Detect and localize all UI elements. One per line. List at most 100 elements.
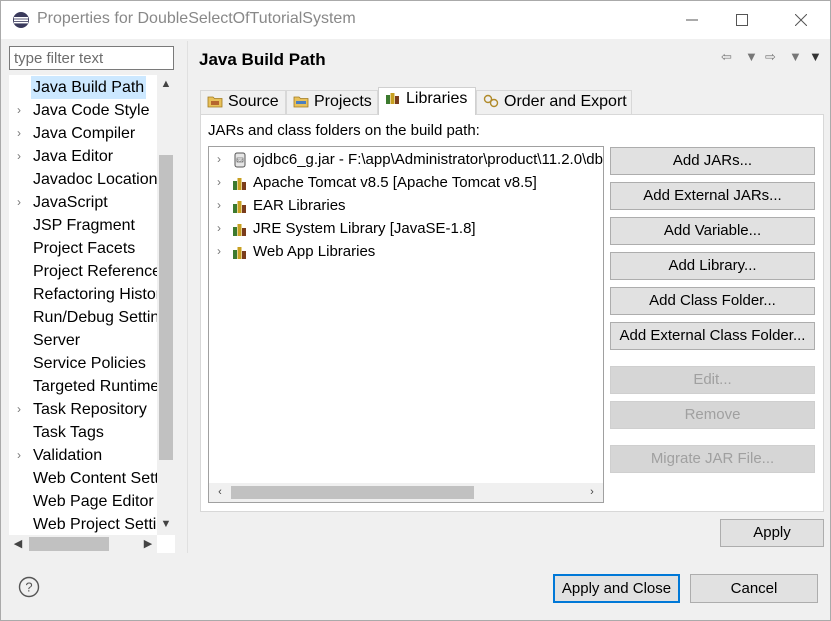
tab-source[interactable]: Source — [200, 90, 286, 114]
library-icon — [232, 244, 248, 260]
sidebar-item[interactable]: › Java Editor — [9, 145, 157, 168]
sidebar-item[interactable]: Server — [9, 329, 157, 352]
sidebar-item[interactable]: Project References — [9, 260, 157, 283]
library-entry-label: Web App Libraries — [253, 243, 376, 260]
expand-chevron-icon[interactable]: › — [17, 99, 29, 122]
filter-input[interactable] — [9, 46, 174, 70]
add-class-folder-button[interactable]: Add Class Folder... — [610, 287, 815, 315]
maximize-icon — [736, 14, 748, 26]
maximize-button[interactable] — [719, 1, 765, 39]
sidebar-item[interactable]: Web Project Settings — [9, 513, 157, 536]
scroll-down-icon[interactable]: ▼ — [157, 515, 175, 533]
expand-chevron-icon[interactable]: › — [17, 191, 29, 214]
sidebar-item-label: Service Policies — [33, 355, 146, 372]
expand-chevron-icon[interactable]: › — [217, 217, 221, 240]
apply-button[interactable]: Apply — [720, 519, 824, 547]
library-entry[interactable]: › Web App Libraries — [209, 240, 603, 263]
sidebar-item[interactable]: Web Content Settings — [9, 467, 157, 490]
tab-order-and-export[interactable]: Order and Export — [476, 90, 632, 114]
expand-chevron-icon[interactable]: › — [17, 398, 29, 421]
pane-splitter[interactable] — [187, 41, 188, 553]
expand-chevron-icon[interactable]: › — [217, 240, 221, 263]
add-variable-button[interactable]: Add Variable... — [610, 217, 815, 245]
sidebar-item[interactable]: › Task Repository — [9, 398, 157, 421]
expand-chevron-icon[interactable]: › — [217, 148, 221, 171]
forward-arrow-icon[interactable]: ⇨ — [765, 49, 776, 65]
build-path-label: JARs and class folders on the build path… — [208, 122, 480, 139]
build-path-tabs: Source Projects Libraries Order and Expo… — [200, 87, 640, 115]
expand-chevron-icon[interactable]: › — [217, 194, 221, 217]
libraries-horizontal-scrollbar[interactable]: ‹ › — [209, 483, 603, 502]
scroll-right-icon[interactable]: › — [583, 483, 601, 502]
scroll-thumb-horizontal[interactable] — [29, 537, 109, 551]
sidebar-item[interactable]: JSP Fragment — [9, 214, 157, 237]
sidebar-item[interactable]: Refactoring History — [9, 283, 157, 306]
tab-libraries[interactable]: Libraries — [378, 87, 476, 115]
library-entry[interactable]: › 010 ojdbc6_g.jar - F:\app\Administrator\… — [209, 148, 603, 171]
scroll-left-icon[interactable]: ◀ — [9, 535, 27, 553]
remove-button[interactable]: Remove — [610, 401, 815, 429]
sidebar-item-label: Server — [33, 332, 81, 349]
back-menu-chevron-icon[interactable]: ▼ — [745, 49, 758, 64]
sidebar-item[interactable]: › JavaScript — [9, 191, 157, 214]
migrate-jar-button[interactable]: Migrate JAR File... — [610, 445, 815, 473]
add-library-button[interactable]: Add Library... — [610, 252, 815, 280]
edit-button[interactable]: Edit... — [610, 366, 815, 394]
help-glyph: ? — [25, 580, 32, 595]
scroll-up-icon[interactable]: ▲ — [157, 75, 175, 93]
expand-chevron-icon[interactable]: › — [17, 122, 29, 145]
library-entry[interactable]: › EAR Libraries — [209, 194, 603, 217]
sidebar-item[interactable]: Web Page Editor — [9, 490, 157, 513]
sidebar-item[interactable]: › Validation — [9, 444, 157, 467]
libraries-tree[interactable]: › 010 ojdbc6_g.jar - F:\app\Administrator\… — [208, 146, 604, 503]
order-export-icon — [483, 94, 499, 108]
sidebar-item[interactable]: Javadoc Location — [9, 168, 157, 191]
properties-dialog: Properties for DoubleSelectOfTutorialSys… — [0, 0, 831, 621]
sidebar-item-label: Web Page Editor — [33, 493, 154, 510]
sidebar-item-label: Targeted Runtimes — [33, 378, 157, 395]
sidebar-item-label: Javadoc Location — [33, 171, 157, 188]
sidebar-item[interactable]: Project Facets — [9, 237, 157, 260]
back-arrow-icon[interactable]: ⇦ — [721, 49, 732, 65]
expand-chevron-icon[interactable]: › — [17, 444, 29, 467]
add-external-jars-button[interactable]: Add External JARs... — [610, 182, 815, 210]
library-entry[interactable]: › JRE System Library [JavaSE-1.8] — [209, 217, 603, 240]
sidebar-item[interactable]: Task Tags — [9, 421, 157, 444]
library-entry[interactable]: › Apache Tomcat v8.5 [Apache Tomcat v8.5] — [209, 171, 603, 194]
sidebar-item-label: Refactoring History — [33, 286, 157, 303]
sidebar-item[interactable]: › Java Compiler — [9, 122, 157, 145]
scroll-thumb[interactable] — [231, 486, 474, 499]
close-icon — [795, 14, 807, 26]
sidebar-item-label: Java Compiler — [33, 125, 136, 142]
tab-projects[interactable]: Projects — [286, 90, 378, 114]
tree-vertical-scrollbar[interactable]: ▲ ▼ — [157, 75, 175, 535]
add-external-class-folder-button[interactable]: Add External Class Folder... — [610, 322, 815, 350]
minimize-button[interactable] — [669, 1, 715, 39]
scroll-right-icon[interactable]: ▶ — [139, 535, 157, 553]
library-entry-label: Apache Tomcat v8.5 [Apache Tomcat v8.5] — [253, 174, 537, 191]
sidebar-item[interactable]: Service Policies — [9, 352, 157, 375]
sidebar-item[interactable]: Targeted Runtimes — [9, 375, 157, 398]
sidebar-item[interactable]: Java Build Path — [9, 76, 157, 99]
apply-and-close-button[interactable]: Apply and Close — [553, 574, 680, 603]
expand-chevron-icon[interactable]: › — [217, 171, 221, 194]
projects-folder-icon — [293, 96, 309, 108]
sidebar-item-label: Task Tags — [33, 424, 104, 441]
sidebar-item-label: Project Facets — [33, 240, 136, 257]
page-title: Java Build Path — [199, 50, 326, 69]
sidebar-item[interactable]: › Java Code Style — [9, 99, 157, 122]
expand-chevron-icon[interactable]: › — [17, 145, 29, 168]
sidebar-item[interactable]: Run/Debug Settings — [9, 306, 157, 329]
forward-menu-chevron-icon[interactable]: ▼ — [789, 49, 802, 64]
add-jars-button[interactable]: Add JARs... — [610, 147, 815, 175]
close-button[interactable] — [778, 1, 824, 39]
scroll-left-icon[interactable]: ‹ — [211, 483, 229, 502]
preference-tree[interactable]: Java Build Path › Java Code Style › Java Com… — [9, 75, 175, 553]
tree-horizontal-scrollbar[interactable]: ◀ ▶ — [9, 535, 157, 553]
sidebar-item-label: Java Editor — [33, 148, 114, 165]
library-icon — [232, 198, 248, 214]
cancel-button[interactable]: Cancel — [690, 574, 818, 603]
scroll-thumb[interactable] — [159, 155, 173, 460]
view-menu-icon[interactable]: ▼ — [809, 49, 822, 64]
help-icon[interactable]: ? — [18, 576, 40, 598]
